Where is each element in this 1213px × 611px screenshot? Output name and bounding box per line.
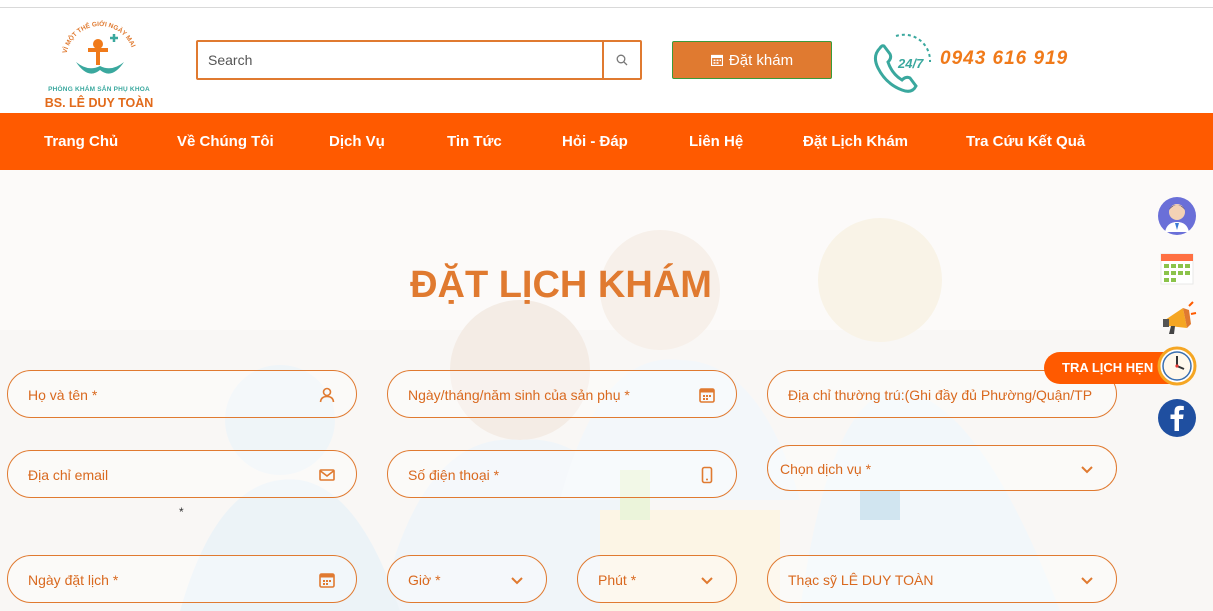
top-border: [0, 0, 1213, 8]
calendar-grid-icon[interactable]: [1157, 248, 1197, 288]
nav-item-contact[interactable]: Liên Hệ: [689, 113, 743, 170]
chevron-down-icon: [701, 577, 713, 585]
nav-item-about[interactable]: Về Chúng Tôi: [177, 113, 274, 170]
nav-item-services[interactable]: Dịch Vụ: [329, 113, 385, 170]
doctor-avatar-icon[interactable]: [1157, 196, 1197, 236]
email-field[interactable]: Địa chỉ email: [7, 450, 357, 498]
minute-label: Phút *: [598, 572, 637, 588]
nav-item-booking[interactable]: Đặt Lịch Khám: [803, 113, 908, 170]
chevron-down-icon: [1081, 577, 1093, 585]
envelope-icon: [319, 469, 335, 481]
hour-select[interactable]: Giờ *: [387, 555, 547, 603]
phone-field[interactable]: Số điện thoại *: [387, 450, 737, 498]
clinic-logo[interactable]: VÌ MỘT THẾ GIỚI NGÀY MAI PHÒNG KHÁM SẢN …: [34, 18, 164, 110]
hotline[interactable]: 24/7 0943 616 919: [868, 26, 1108, 98]
minute-select[interactable]: Phút *: [577, 555, 737, 603]
main-nav: Trang Chủ Về Chúng Tôi Dịch Vụ Tin Tức H…: [0, 113, 1213, 170]
calendar-icon: [319, 573, 335, 588]
hotline-number: 0943 616 919: [940, 48, 1069, 69]
doctor-label: Thạc sỹ LÊ DUY TOÀN: [788, 572, 934, 588]
book-appointment-button[interactable]: Đặt khám: [672, 41, 832, 79]
site-header: VÌ MỘT THẾ GIỚI NGÀY MAI PHÒNG KHÁM SẢN …: [0, 8, 1213, 113]
floating-side-widgets: [1153, 196, 1213, 446]
logo-emblem-icon: VÌ MỘT THẾ GIỚI NGÀY MAI: [61, 19, 136, 74]
full-name-field[interactable]: Họ và tên *: [7, 370, 357, 418]
nav-item-news[interactable]: Tin Tức: [447, 113, 502, 170]
calendar-icon: [710, 54, 723, 66]
required-marker: *: [179, 505, 184, 519]
dob-label: Ngày/tháng/năm sinh của sản phụ *: [408, 387, 630, 403]
service-label: Chọn dịch vụ *: [780, 461, 872, 477]
nav-item-results[interactable]: Tra Cứu Kết Quả: [966, 113, 1085, 170]
hour-label: Giờ *: [408, 572, 441, 588]
booking-section: ĐẶT LỊCH KHÁM Họ và tên * Ngày/tháng/năm…: [0, 170, 1213, 611]
nav-item-faq[interactable]: Hỏi - Đáp: [562, 113, 628, 170]
clock-icon[interactable]: [1157, 346, 1197, 386]
facebook-icon[interactable]: [1157, 398, 1197, 438]
hotline-badge: 24/7: [897, 56, 924, 71]
booking-date-field[interactable]: Ngày đặt lịch *: [7, 555, 357, 603]
service-select[interactable]: Chọn dịch vụ *: [767, 445, 1117, 491]
form-title: ĐẶT LỊCH KHÁM: [410, 264, 712, 306]
phone-label: Số điện thoại *: [408, 467, 500, 483]
logo-name: BS. LÊ DUY TOÀN: [44, 96, 154, 110]
chevron-down-icon: [1081, 466, 1093, 474]
full-name-label: Họ và tên *: [28, 387, 98, 403]
search-input[interactable]: [198, 42, 603, 78]
search-bar: [196, 40, 642, 80]
email-label: Địa chỉ email: [28, 467, 109, 483]
doctor-select[interactable]: Thạc sỹ LÊ DUY TOÀN: [767, 555, 1117, 603]
chevron-down-icon: [511, 577, 523, 585]
nav-item-home[interactable]: Trang Chủ: [44, 113, 118, 170]
search-button[interactable]: [602, 42, 640, 78]
book-button-label: Đặt khám: [728, 51, 794, 69]
booking-date-label: Ngày đặt lịch *: [28, 572, 119, 588]
phone-24-7-icon: 24/7: [873, 33, 932, 93]
mobile-phone-icon: [701, 466, 713, 484]
calendar-icon: [699, 388, 715, 403]
user-icon: [319, 387, 335, 403]
megaphone-icon[interactable]: [1157, 298, 1197, 338]
dob-field[interactable]: Ngày/tháng/năm sinh của sản phụ *: [387, 370, 737, 418]
search-icon: [616, 54, 628, 66]
logo-subtitle: PHÒNG KHÁM SẢN PHỤ KHOA: [48, 86, 150, 93]
